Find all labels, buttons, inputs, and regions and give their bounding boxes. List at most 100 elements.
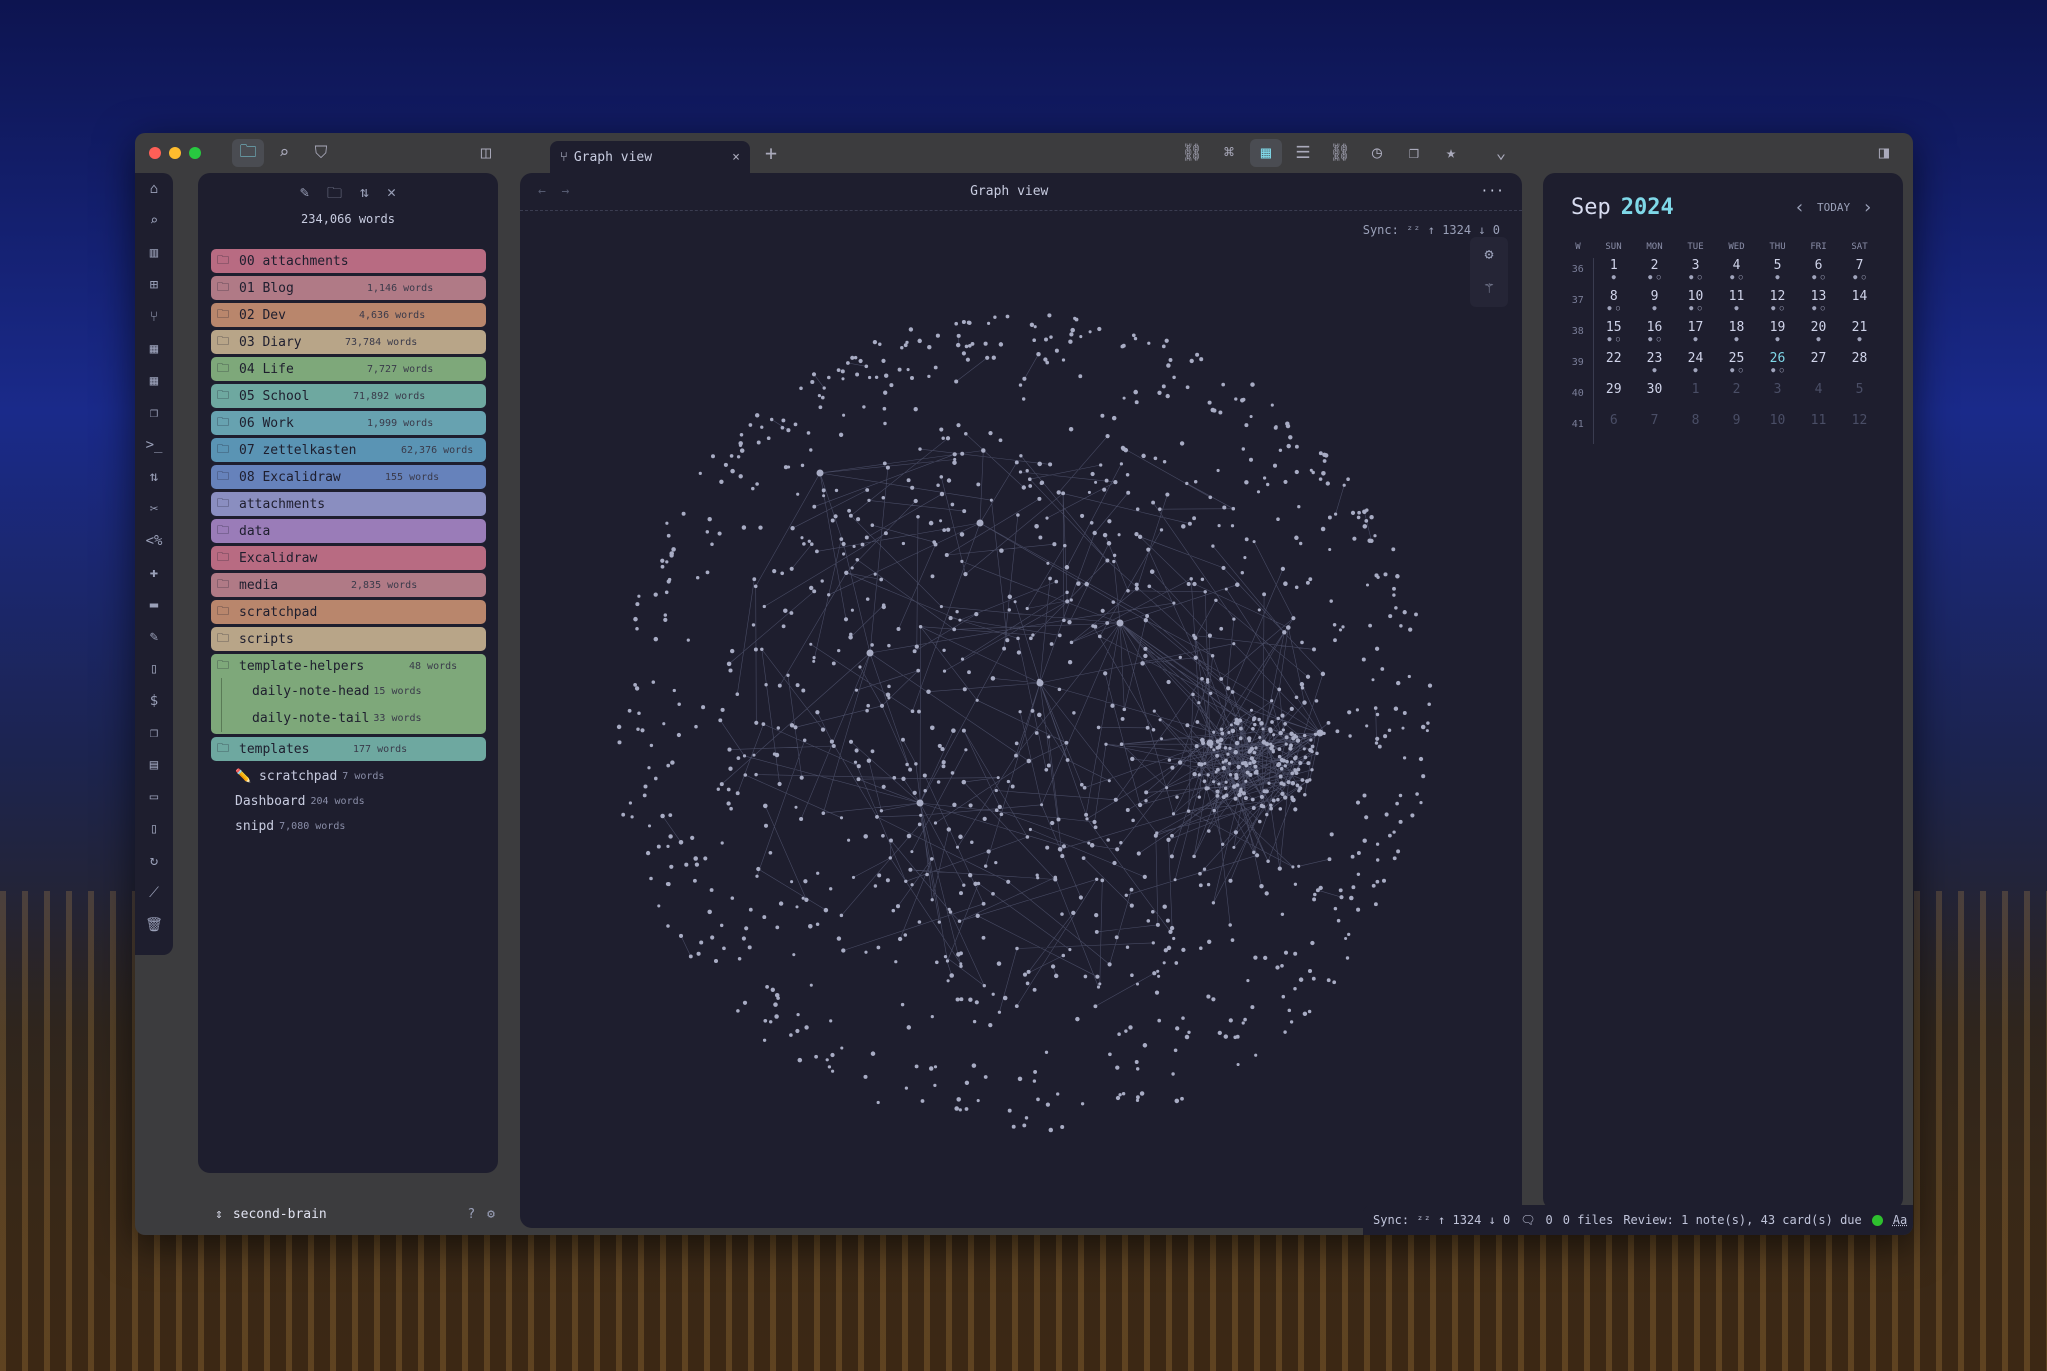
graph-node[interactable] (1046, 561, 1050, 565)
sort-icon[interactable]: ⇅ (135, 461, 173, 493)
graph-node[interactable] (722, 946, 726, 951)
graph-node[interactable] (726, 661, 732, 667)
graph-node[interactable] (1235, 582, 1240, 587)
graph-node[interactable] (1119, 742, 1124, 746)
graph-node[interactable] (951, 728, 956, 733)
graph-node[interactable] (816, 469, 824, 477)
graph-node[interactable] (942, 528, 947, 533)
graph-node[interactable] (1305, 779, 1310, 784)
graph-node[interactable] (1270, 403, 1274, 407)
graph-node[interactable] (686, 638, 690, 642)
graph-node[interactable] (1096, 725, 1101, 730)
graph-node[interactable] (1356, 515, 1361, 520)
graph-node[interactable] (666, 882, 671, 887)
folder-item[interactable]: 🗀 07 zettelkasten 62,376 words (211, 438, 486, 462)
graph-node[interactable] (778, 901, 784, 906)
graph-node[interactable] (795, 1028, 800, 1034)
calendar-day[interactable]: 9 ● (1634, 289, 1675, 320)
graph-node[interactable] (1154, 990, 1160, 995)
graph-node[interactable] (943, 954, 948, 959)
graph-node[interactable] (754, 720, 759, 725)
folder-item[interactable]: 🗀 02 Dev 4,636 words (211, 303, 486, 327)
folder-item[interactable]: 🗀 03 Diary 73,784 words (211, 330, 486, 354)
graph-node[interactable] (1093, 1004, 1098, 1009)
graph-node[interactable] (1280, 713, 1285, 718)
graph-node[interactable] (1111, 600, 1116, 604)
graph-node[interactable] (1228, 773, 1233, 777)
graph-node[interactable] (764, 683, 768, 687)
file-icon[interactable]: ▯ (135, 653, 173, 685)
graph-node[interactable] (821, 488, 826, 493)
graph-node[interactable] (1308, 747, 1313, 753)
graph-node[interactable] (982, 816, 987, 822)
graph-node[interactable] (645, 850, 651, 856)
graph-node[interactable] (905, 340, 909, 345)
graph-node[interactable] (839, 537, 844, 541)
graph-node[interactable] (991, 992, 995, 996)
graph-node[interactable] (1151, 910, 1155, 914)
graph-node[interactable] (789, 723, 795, 728)
graph-node[interactable] (821, 811, 826, 815)
graph-node[interactable] (1222, 505, 1227, 510)
graph-node[interactable] (763, 823, 769, 828)
graph-node[interactable] (1375, 858, 1380, 862)
graph-node[interactable] (1407, 674, 1411, 679)
graph-node[interactable] (968, 873, 973, 878)
graph-node[interactable] (1159, 528, 1164, 532)
graph-node[interactable] (669, 551, 674, 556)
graph-node[interactable] (1224, 587, 1228, 591)
graph-node[interactable] (1166, 363, 1171, 368)
graph-node[interactable] (885, 465, 890, 470)
graph-node[interactable] (1111, 415, 1117, 421)
graph-node[interactable] (1236, 764, 1241, 770)
grid-icon[interactable]: ▦ (135, 333, 173, 365)
folder-item[interactable]: 🗀 Excalidraw (211, 546, 486, 570)
graph-node[interactable] (666, 533, 671, 538)
graph-node[interactable] (1290, 771, 1295, 776)
graph-node[interactable] (949, 973, 954, 978)
graph-node[interactable] (851, 875, 856, 879)
graph-node[interactable] (1373, 534, 1377, 538)
graph-node[interactable] (1250, 797, 1255, 802)
graph-node[interactable] (1280, 912, 1285, 917)
graph-node[interactable] (748, 423, 753, 427)
graph-node[interactable] (656, 844, 661, 849)
graph-node[interactable] (1395, 574, 1400, 579)
graph-node[interactable] (1085, 817, 1089, 821)
graph-node[interactable] (1199, 762, 1204, 767)
graph-node[interactable] (1078, 374, 1083, 379)
code-icon[interactable]: <% (135, 525, 173, 557)
graph-node[interactable] (1355, 800, 1361, 805)
week-number[interactable]: 38 (1563, 320, 1594, 351)
graph-node[interactable] (640, 728, 645, 733)
graph-node[interactable] (1088, 330, 1092, 334)
graph-node[interactable] (1186, 809, 1191, 813)
graph-node[interactable] (1419, 801, 1423, 805)
graph-node[interactable] (792, 953, 796, 957)
graph-node[interactable] (994, 788, 998, 793)
graph-node[interactable] (730, 648, 735, 654)
graph-node[interactable] (1302, 1011, 1308, 1017)
graph-node[interactable] (864, 364, 869, 369)
graph-node[interactable] (855, 558, 860, 562)
graph-node[interactable] (696, 951, 701, 956)
graph-node[interactable] (1276, 762, 1282, 767)
graph-node[interactable] (1311, 976, 1316, 981)
graph-node[interactable] (716, 787, 720, 791)
graph-node[interactable] (952, 802, 957, 807)
graph-node[interactable] (1230, 728, 1236, 734)
graph-node[interactable] (928, 1066, 934, 1071)
graph-node[interactable] (916, 668, 921, 673)
graph-node[interactable] (833, 514, 838, 519)
graph-node[interactable] (810, 379, 815, 385)
graph-node[interactable] (1261, 727, 1265, 731)
graph-node[interactable] (1240, 571, 1244, 575)
graph-node[interactable] (961, 319, 966, 325)
graph-node[interactable] (906, 833, 912, 839)
graph-node[interactable] (1040, 803, 1044, 807)
graph-node[interactable] (1374, 646, 1380, 651)
graph-node[interactable] (1217, 1030, 1222, 1036)
graph-node[interactable] (856, 517, 861, 522)
graph-node[interactable] (1286, 443, 1291, 449)
graph-node[interactable] (781, 418, 786, 423)
